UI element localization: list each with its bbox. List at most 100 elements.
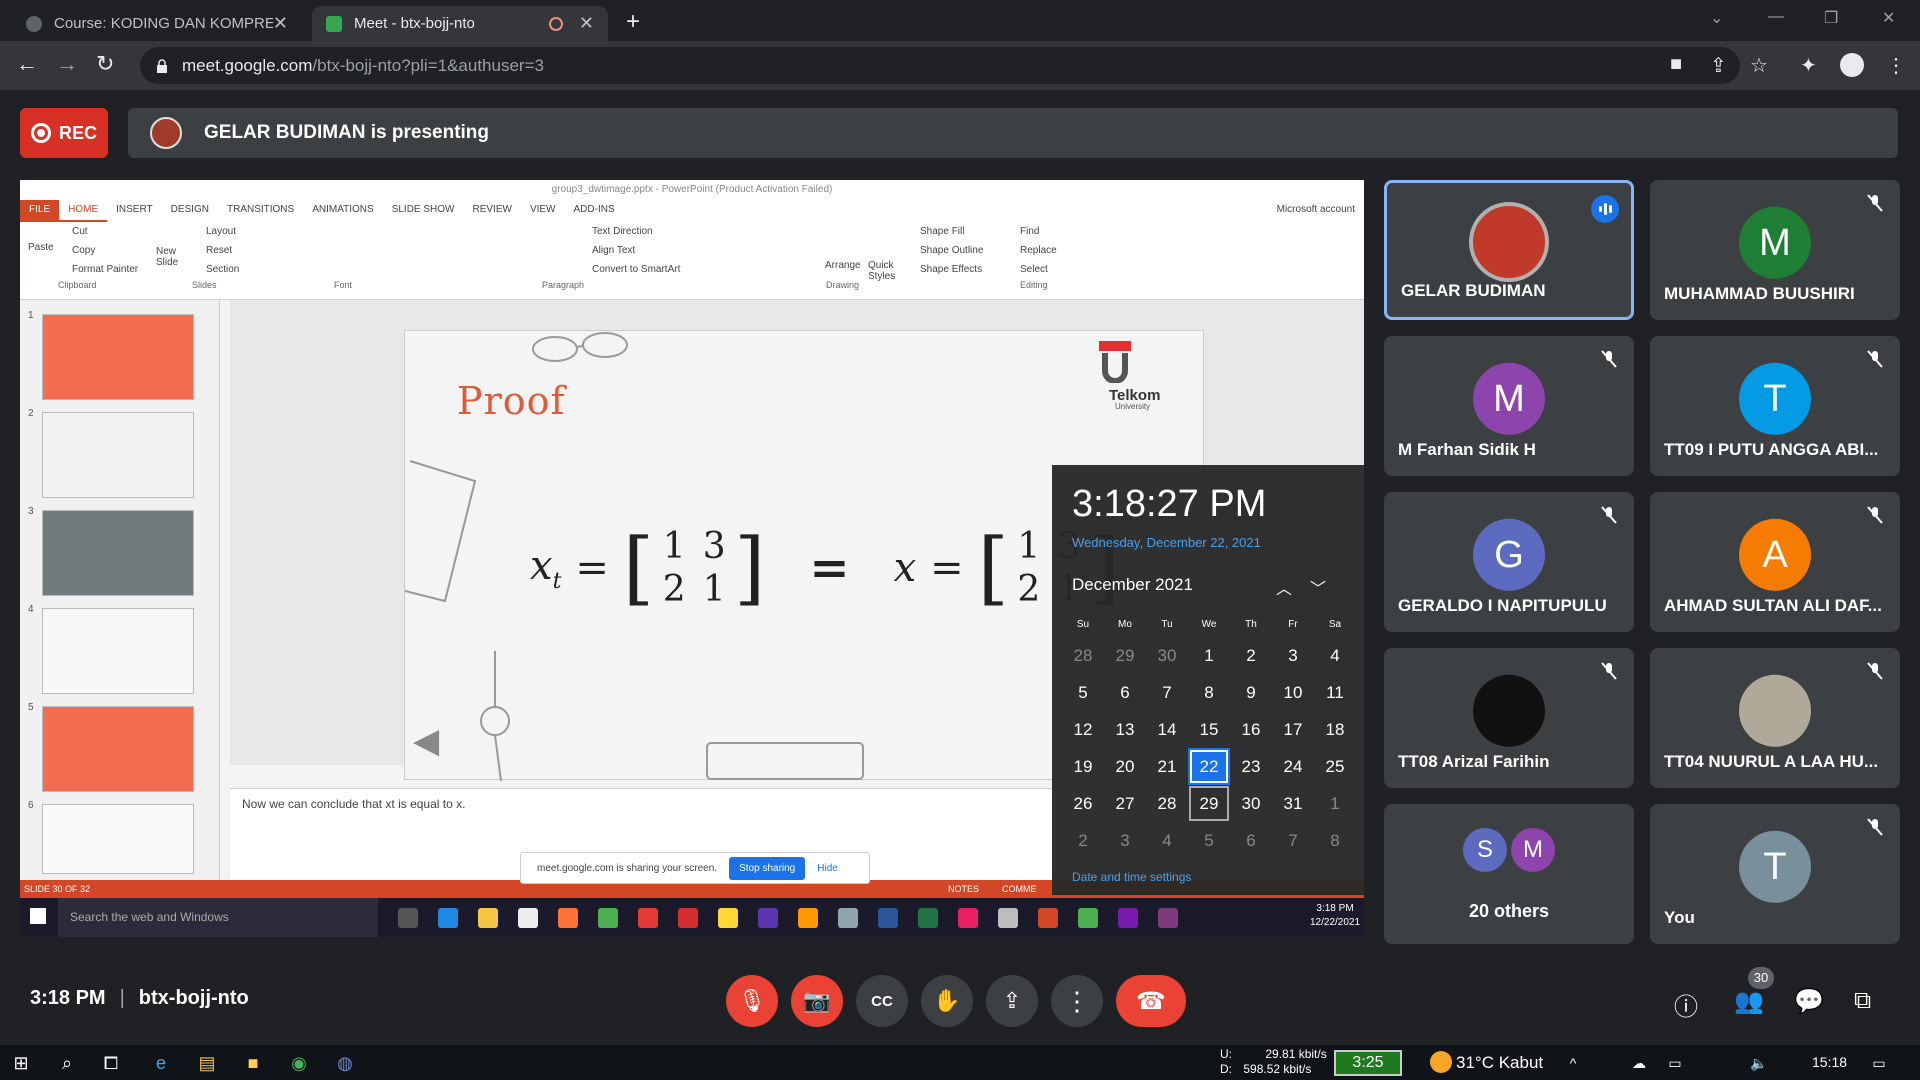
calendar-day[interactable]: 7 [1146,674,1188,711]
url-field[interactable]: meet.google.com/btx-bojj-nto?pli=1&authu… [140,47,1740,84]
close-tab-icon[interactable]: ✕ [579,13,594,34]
excel-icon[interactable] [918,908,938,928]
close-window-icon[interactable]: ✕ [1882,8,1895,28]
shape-fill-button[interactable]: Shape Fill [920,226,964,237]
back-icon[interactable]: ← [16,51,38,77]
onedrive-icon[interactable]: ☁ [1628,1052,1650,1074]
next-month-icon[interactable]: ﹀ [1310,581,1344,598]
sticky-notes-icon[interactable]: ■ [242,1052,264,1074]
calendar-day[interactable]: 21 [1146,748,1188,785]
calendar-day[interactable]: 4 [1146,822,1188,859]
quick-styles-button[interactable]: Quick Styles [868,260,898,282]
more-options-button[interactable]: ⋮ [1051,975,1103,1027]
task-view-icon[interactable]: ⧠ [100,1052,122,1074]
chrome-icon[interactable] [1078,908,1098,928]
edge-icon[interactable]: e [150,1052,172,1074]
recording-indicator[interactable]: REC [20,108,108,158]
layout-button[interactable]: Layout [206,226,236,237]
notification-icon[interactable]: ▭ [1868,1052,1890,1074]
ms-account[interactable]: Microsoft account [1268,200,1364,222]
ribbon-tab-review[interactable]: REVIEW [463,200,520,222]
reset-button[interactable]: Reset [206,245,232,256]
camera-icon[interactable]: ■ [1670,53,1682,76]
calendar-day[interactable]: 17 [1272,711,1314,748]
present-button[interactable]: ⇪ [986,975,1038,1027]
app-icon[interactable] [958,908,978,928]
extensions-icon[interactable]: ✦ [1800,53,1817,78]
battery-icon[interactable]: ▭ [1664,1052,1686,1074]
app-icon[interactable] [1158,908,1178,928]
calendar-day[interactable]: 12 [1062,711,1104,748]
replace-button[interactable]: Replace [1020,245,1057,256]
chrome-icon[interactable]: ◉ [288,1052,310,1074]
participant-tile[interactable]: G GERALDO I NAPITUPULU [1384,492,1634,632]
calendar-day[interactable]: 30 [1146,637,1188,674]
calendar-day[interactable]: 20 [1104,748,1146,785]
shape-outline-button[interactable]: Shape Outline [920,245,983,256]
calendar-day[interactable]: 13 [1104,711,1146,748]
app-icon[interactable] [638,908,658,928]
hide-button[interactable]: Hide [817,863,838,874]
ribbon-tab-slideshow[interactable]: SLIDE SHOW [383,200,464,222]
captions-button[interactable]: CC [856,975,908,1027]
menu-kebab-icon[interactable]: ⋮ [1886,53,1906,78]
raise-hand-button[interactable]: ✋ [921,975,973,1027]
bookmark-star-icon[interactable]: ☆ [1750,53,1768,78]
ribbon-tab-file[interactable]: FILE [20,200,60,222]
calendar-day[interactable]: 24 [1272,748,1314,785]
participant-tile[interactable]: A AHMAD SULTAN ALI DAF... [1650,492,1900,632]
ribbon-tab-animations[interactable]: ANIMATIONS [303,200,382,222]
calendar-date-link[interactable]: Wednesday, December 22, 2021 [1072,535,1261,550]
word-icon[interactable] [878,908,898,928]
onenote-icon[interactable] [1118,908,1138,928]
explorer-icon[interactable] [478,908,498,928]
participant-tile[interactable]: TT08 Arizal Farihin [1384,648,1634,788]
select-button[interactable]: Select [1020,264,1048,275]
cut-button[interactable]: Cut [72,226,88,237]
section-button[interactable]: Section [206,264,239,275]
photos-icon[interactable] [838,908,858,928]
app-icon[interactable] [998,908,1018,928]
calendar-day[interactable]: 28 [1146,785,1188,822]
calendar-day[interactable]: 10 [1272,674,1314,711]
slide-thumbnail[interactable] [42,510,194,596]
participant-tile[interactable]: S M 20 others [1384,804,1634,944]
file-explorer-icon[interactable]: ▤ [196,1052,218,1074]
calendar-day[interactable]: 5 [1188,822,1230,859]
calendar-day[interactable]: 2 [1230,637,1272,674]
ribbon-tab-insert[interactable]: INSERT [107,200,162,222]
stop-sharing-button[interactable]: Stop sharing [729,856,806,880]
slide-thumbnail[interactable] [42,706,194,792]
powerpoint-icon[interactable] [1038,908,1058,928]
calendar-day[interactable]: 9 [1230,674,1272,711]
activities-icon[interactable]: ⧉ [1854,987,1871,1015]
taskbar-search[interactable]: Search the web and Windows [58,898,378,937]
slide-thumbnail[interactable] [42,608,194,694]
participant-tile[interactable]: TT04 NUURUL A LAA HU... [1650,648,1900,788]
calendar-day[interactable]: 27 [1104,785,1146,822]
slide-thumbnail[interactable] [42,412,194,498]
calendar-day[interactable]: 3 [1104,822,1146,859]
new-tab-icon[interactable]: + [626,8,640,36]
calendar-day[interactable]: 8 [1314,822,1356,859]
slide-thumbnail[interactable] [42,804,194,874]
tab-course[interactable]: Course: KODING DAN KOMPRESI ✕ [12,6,302,41]
people-icon[interactable]: 👥 [1734,987,1764,1016]
tab-search-icon[interactable]: ⌄ [1710,8,1723,28]
ribbon-tab-home[interactable]: HOME [59,200,108,222]
participant-tile[interactable]: T TT09 I PUTU ANGGA ABI... [1650,336,1900,476]
chrome-icon[interactable] [598,908,618,928]
calendar-day[interactable]: 25 [1314,748,1356,785]
calendar-day[interactable]: 31 [1272,785,1314,822]
discord-icon[interactable]: ◍ [334,1052,356,1074]
format-painter-button[interactable]: Format Painter [72,264,138,275]
ribbon-tab-addins[interactable]: ADD-INS [565,200,624,222]
profile-avatar-icon[interactable] [1840,53,1864,77]
tab-meet[interactable]: Meet - btx-bojj-nto ✕ [312,6,608,41]
align-text-button[interactable]: Align Text [592,245,635,256]
ribbon-tab-view[interactable]: VIEW [521,200,565,222]
new-slide-button[interactable]: New Slide [156,246,186,268]
calendar-day[interactable]: 18 [1314,711,1356,748]
mic-off-button[interactable]: 🎙 [726,975,778,1027]
app-icon[interactable] [758,908,778,928]
